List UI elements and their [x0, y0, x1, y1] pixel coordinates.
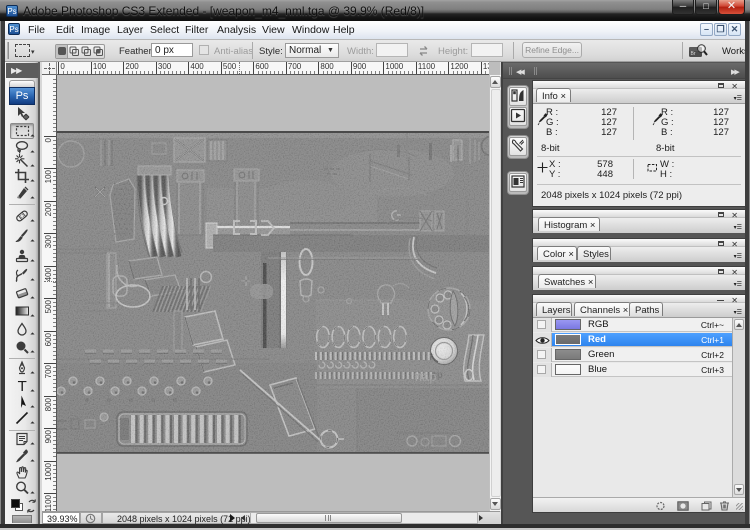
svg-text:T: T — [17, 378, 26, 394]
svg-text:Br: Br — [691, 51, 696, 57]
